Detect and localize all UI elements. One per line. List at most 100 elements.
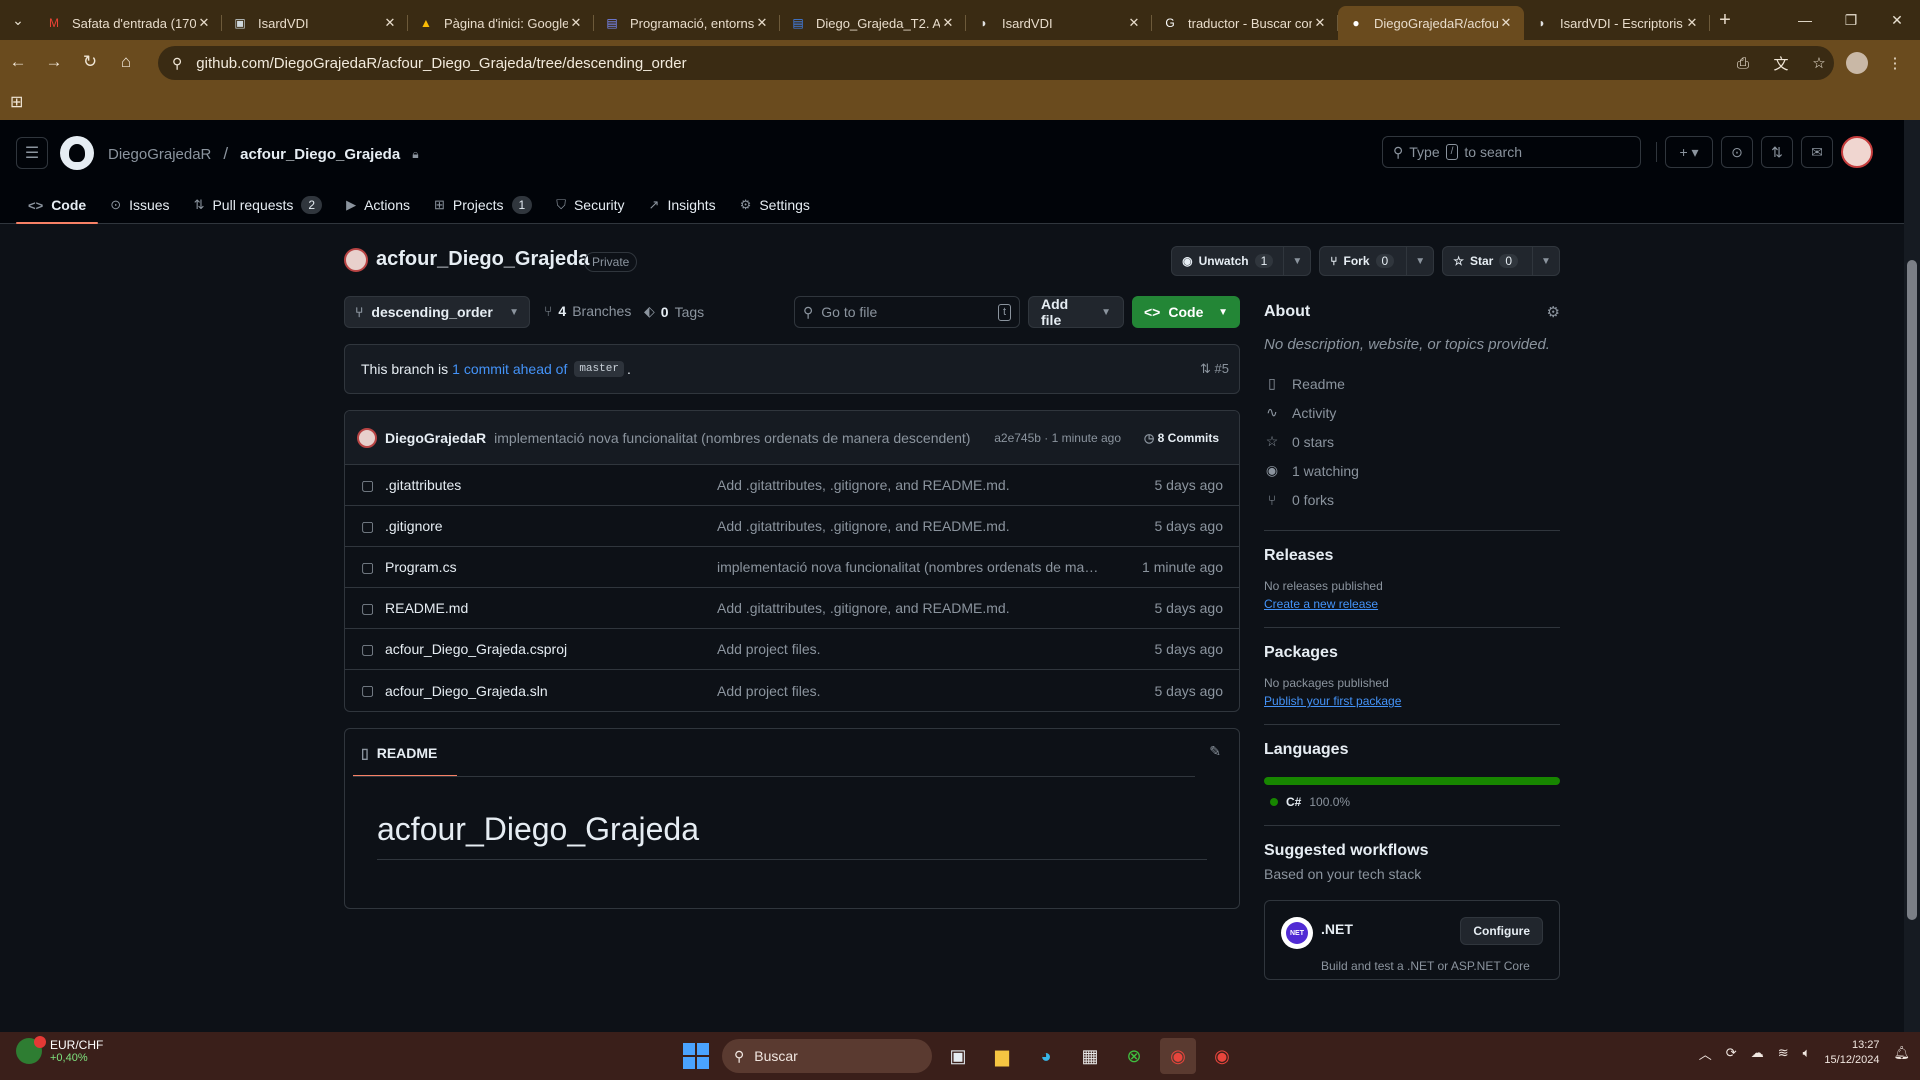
browser-tab[interactable]: ● DiegoGrajedaR/acfour_Diego_Grajeda✕ [1338,6,1524,40]
fork-button[interactable]: ⑂ Fork 0 ▼ [1319,246,1435,276]
browser-tab[interactable]: ▲ Pàgina d'inici: Google Drive✕ [408,6,594,40]
close-tab-icon[interactable]: ✕ [196,15,212,31]
go-to-file-input[interactable]: ⚲ Go to file t [794,296,1020,328]
repo-owner-avatar[interactable] [344,248,368,272]
file-name[interactable]: README.md [385,600,717,616]
reload-icon[interactable]: ↻ [72,46,108,78]
issues-button[interactable]: ⊙ [1721,136,1753,168]
edge-icon[interactable]: ◕ [1028,1038,1064,1074]
site-info-icon[interactable]: ⚲ [172,55,182,72]
configure-button[interactable]: Configure [1460,917,1543,945]
translate-icon[interactable]: 文 [1766,48,1796,78]
wifi-icon[interactable]: ≋ [1778,1045,1789,1061]
menu-icon[interactable]: ☰ [16,137,48,169]
readme-tab[interactable]: ▯ README [353,729,457,777]
tab-projects[interactable]: ⊞ Projects 1 [422,186,544,224]
close-tab-icon[interactable]: ✕ [940,15,956,31]
tags-link[interactable]: ⬖ 0 Tags [644,303,704,320]
file-name[interactable]: .gitignore [385,518,717,534]
commit-author[interactable]: DiegoGrajedaR [385,430,486,446]
tab-insights[interactable]: ↗ Insights [637,186,728,224]
create-release-link[interactable]: Create a new release [1264,597,1560,611]
about-item[interactable]: ⑂ 0 forks [1264,485,1560,514]
chevron-up-icon[interactable]: ︿ [1699,1044,1712,1063]
onedrive-icon[interactable]: ☁ [1751,1045,1764,1061]
language-item[interactable]: C# 100.0% [1264,795,1560,809]
close-window-icon[interactable]: ✕ [1874,0,1920,40]
file-name[interactable]: Program.cs [385,559,717,575]
sync-icon[interactable]: ⟳ [1726,1045,1737,1061]
install-app-icon[interactable]: ⎙ [1728,48,1758,78]
repo-title[interactable]: acfour_Diego_Grajeda [376,248,589,271]
tab-settings[interactable]: ⚙ Settings [728,186,822,224]
close-tab-icon[interactable]: ✕ [568,15,584,31]
about-item[interactable]: ▯ Readme [1264,369,1560,398]
chevron-down-icon[interactable]: ▼ [1284,256,1310,267]
inbox-button[interactable]: ✉ [1801,136,1833,168]
commit-message[interactable]: implementació nova funcionalitat (nombre… [494,430,970,446]
browser-tab[interactable]: ◗ IsardVDI - Escriptoris ✕ [1524,6,1710,40]
about-item[interactable]: ∿ Activity [1264,398,1560,427]
tab-search-icon[interactable]: ⌄ [0,6,36,34]
github-logo-icon[interactable] [60,136,94,170]
profile-icon[interactable] [1842,48,1872,78]
about-item[interactable]: ☆ 0 stars [1264,427,1560,456]
file-commit-message[interactable]: Add project files. [717,683,1099,699]
browser-menu-icon[interactable]: ⋮ [1880,48,1910,78]
store-icon[interactable]: ▦ [1072,1038,1108,1074]
gear-icon[interactable]: ⚙ [1547,303,1560,321]
packages-title[interactable]: Packages [1264,644,1560,662]
commits-link[interactable]: ◷ 8 Commits [1144,431,1219,445]
scrollbar-thumb[interactable] [1907,260,1917,920]
file-commit-message[interactable]: implementació nova funcionalitat (nombre… [717,559,1099,575]
star-button[interactable]: ☆ Star 0 ▼ [1442,246,1560,276]
page-scrollbar[interactable] [1904,120,1920,1032]
close-tab-icon[interactable]: ✕ [382,15,398,31]
file-explorer-icon[interactable]: ▆ [984,1038,1020,1074]
restore-icon[interactable]: ❐ [1828,0,1874,40]
file-commit-message[interactable]: Add .gitattributes, .gitignore, and READ… [717,518,1099,534]
tab-pull-requests[interactable]: ⇅ Pull requests 2 [182,186,335,224]
pencil-icon[interactable]: ✎ [1209,743,1221,760]
tab-code[interactable]: <> Code [16,186,99,224]
about-item[interactable]: ◉ 1 watching [1264,456,1560,485]
pull-requests-button[interactable]: ⇅ [1761,136,1793,168]
close-tab-icon[interactable]: ✕ [754,15,770,31]
publish-package-link[interactable]: Publish your first package [1264,694,1560,708]
file-name[interactable]: acfour_Diego_Grajeda.sln [385,683,717,699]
unwatch-button[interactable]: ◉ Unwatch 1 ▼ [1171,246,1312,276]
branch-selector[interactable]: ⑂ descending_order ▼ [344,296,530,328]
add-file-button[interactable]: Add file ▼ [1028,296,1124,328]
browser-tab[interactable]: ▤ Diego_Grajeda_T2. Act ✕ [780,6,966,40]
close-tab-icon[interactable]: ✕ [1684,15,1700,31]
releases-title[interactable]: Releases [1264,547,1560,565]
volume-icon[interactable]: 🔈︎ [1803,1045,1811,1061]
market-widget[interactable]: EUR/CHF +0,40% [16,1036,103,1064]
chrome-profile-icon[interactable]: ◉ [1204,1038,1240,1074]
close-tab-icon[interactable]: ✕ [1126,15,1142,31]
chevron-down-icon[interactable]: ▼ [1407,256,1433,267]
commit-hash-time[interactable]: a2e745b · 1 minute ago [994,431,1121,445]
close-tab-icon[interactable]: ✕ [1312,15,1328,31]
code-button[interactable]: <> Code ▼ [1132,296,1240,328]
pull-request-link[interactable]: ⇅ #5 [1200,361,1229,377]
address-bar[interactable]: ⚲ github.com/DiegoGrajedaR/acfour_Diego_… [158,46,1834,80]
apps-grid-icon[interactable]: ⊞ [10,92,23,112]
browser-tab[interactable]: ◗ IsardVDI ✕ [966,6,1152,40]
repo-link[interactable]: acfour_Diego_Grajeda [240,146,400,163]
tab-security[interactable]: ⛉ Security [544,186,636,224]
file-commit-message[interactable]: Add project files. [717,641,1099,657]
home-icon[interactable]: ⌂ [108,46,144,78]
browser-tab[interactable]: ▤ Programació, entorns ✕ [594,6,780,40]
xbox-icon[interactable]: ⊗ [1116,1038,1152,1074]
clock[interactable]: 13:27 15/12/2024 [1824,1038,1879,1068]
new-tab-button[interactable]: + [1710,9,1740,32]
taskbar-search[interactable]: ⚲ Buscar [722,1039,932,1073]
browser-tab[interactable]: ▣ IsardVDI ✕ [222,6,408,40]
browser-tab[interactable]: M Safata d'entrada (170) ✕ [36,6,222,40]
owner-link[interactable]: DiegoGrajedaR [108,146,211,163]
close-tab-icon[interactable]: ✕ [1498,15,1514,31]
back-icon[interactable]: ← [0,46,36,78]
minimize-icon[interactable]: — [1782,0,1828,40]
search-input[interactable]: ⚲ Type / to search [1382,136,1641,168]
